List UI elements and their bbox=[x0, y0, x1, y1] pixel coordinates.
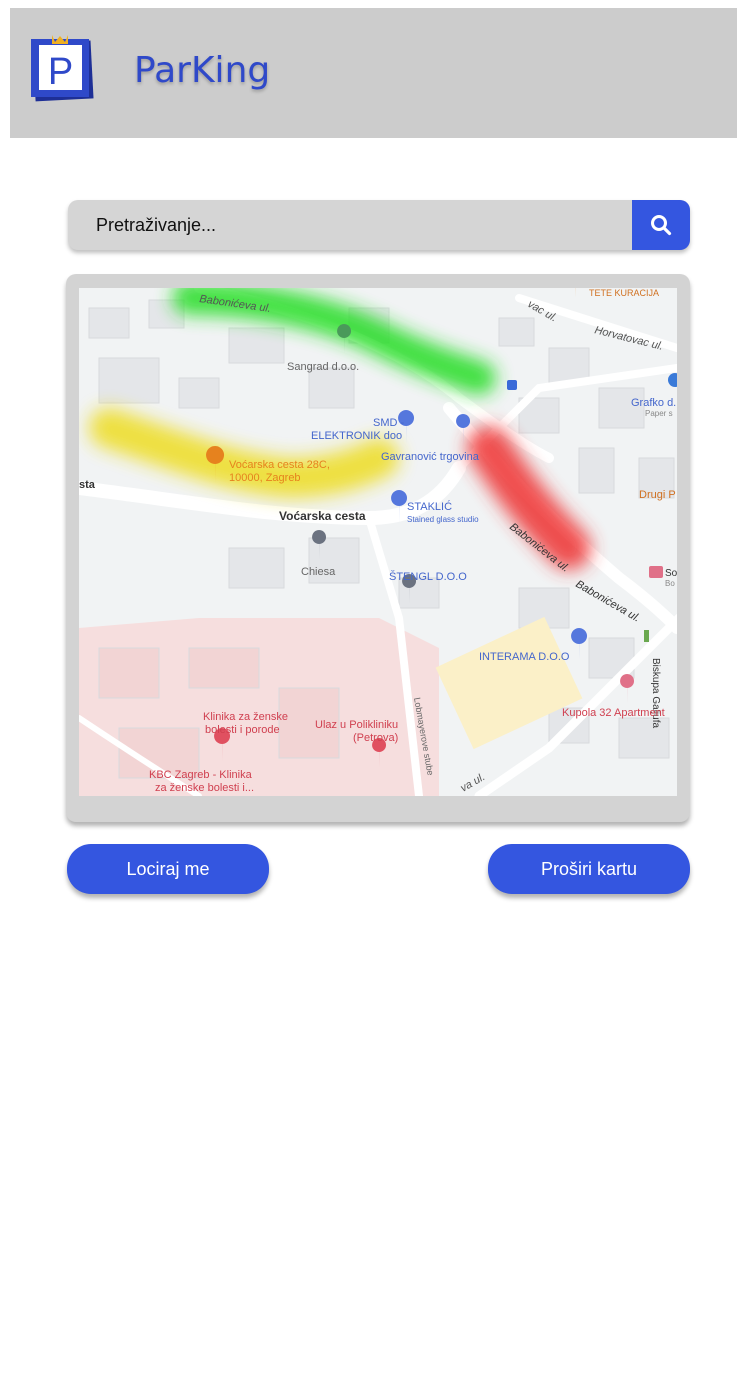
label-vocarska-pin-1: Voćarska cesta 28C, bbox=[229, 459, 330, 471]
label-ulaz-2: (Petrova) bbox=[353, 732, 398, 744]
label-sangrad: Sangrad d.o.o. bbox=[287, 361, 359, 373]
label-gavranovic: Gavranović trgovina bbox=[381, 451, 480, 463]
search-bar bbox=[68, 200, 690, 250]
locate-me-button[interactable]: Lociraj me bbox=[67, 844, 269, 894]
label-so: So bbox=[665, 568, 677, 579]
map-card: Babonićeva ul. vac ul. TETE KURACIJA Hor… bbox=[66, 274, 690, 822]
parking-map[interactable]: Babonićeva ul. vac ul. TETE KURACIJA Hor… bbox=[79, 288, 677, 796]
label-chiesa: Chiesa bbox=[301, 566, 336, 578]
label-staklic: STAKLIĆ bbox=[407, 500, 452, 513]
label-bo: Bo bbox=[665, 579, 675, 588]
app-title: ParKing bbox=[134, 50, 271, 91]
label-interama: INTERAMA D.O.O bbox=[479, 651, 570, 663]
logo-letter: P bbox=[48, 51, 73, 93]
app-header bbox=[10, 8, 737, 138]
frame-left bbox=[0, 0, 10, 1391]
parking-logo: P bbox=[31, 35, 94, 102]
label-smd-1: SMD - bbox=[373, 417, 405, 429]
label-vocarska-pin-2: 10000, Zagreb bbox=[229, 472, 301, 484]
frame-top bbox=[0, 0, 737, 8]
label-sta: sta bbox=[79, 479, 96, 491]
label-vocarska: Voćarska cesta bbox=[279, 509, 366, 523]
label-smd-2: ELEKTRONIK doo bbox=[311, 430, 402, 442]
label-kbc-2: za ženske bolesti i... bbox=[155, 782, 254, 794]
label-stained: Stained glass studio bbox=[407, 515, 479, 524]
label-klinika-1: Klinika za ženske bbox=[203, 711, 288, 723]
label-stengl: ŠTENGL D.O.O bbox=[389, 570, 467, 583]
label-klinika-2: bolesti i porode bbox=[205, 724, 280, 736]
search-input[interactable] bbox=[68, 200, 634, 250]
label-kbc-1: KBC Zagreb - Klinika bbox=[149, 769, 253, 781]
label-grafko: Grafko d. bbox=[631, 397, 676, 409]
label-paper: Paper s bbox=[645, 409, 673, 418]
label-tete: TETE KURACIJA bbox=[589, 288, 659, 298]
map-canvas: Babonićeva ul. vac ul. TETE KURACIJA Hor… bbox=[79, 288, 677, 796]
label-kupola: Kupola 32 Apartment bbox=[562, 707, 665, 719]
search-button[interactable] bbox=[632, 200, 690, 250]
label-drugi: Drugi P bbox=[639, 489, 676, 501]
search-icon bbox=[651, 215, 672, 236]
label-ulaz-1: Ulaz u Polikliniku bbox=[315, 719, 398, 731]
expand-map-button[interactable]: Proširi kartu bbox=[488, 844, 690, 894]
